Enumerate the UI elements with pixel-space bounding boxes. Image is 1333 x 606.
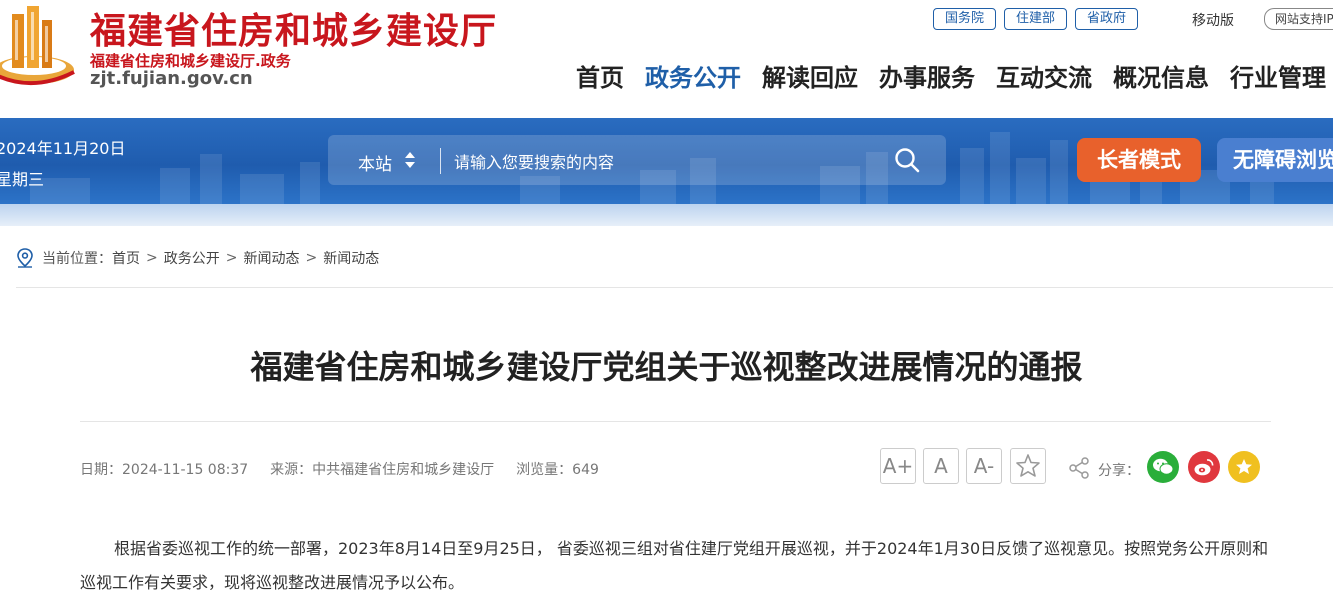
- breadcrumb-divider: [16, 287, 1333, 288]
- search-icon[interactable]: [893, 146, 921, 174]
- top-link-state-council[interactable]: 国务院: [933, 8, 997, 30]
- article-paragraph: 根据省委巡视工作的统一部署，2023年8月14日至9月25日， 省委巡视三组对省…: [80, 539, 1269, 592]
- share-favorite-button[interactable]: [1228, 451, 1260, 483]
- accessibility-button[interactable]: 无障碍浏览: [1217, 138, 1333, 182]
- nav-item-interaction[interactable]: 互动交流: [996, 58, 1092, 93]
- breadcrumb-news[interactable]: 新闻动态: [243, 248, 299, 268]
- current-date: 2024年11月20日: [0, 139, 126, 158]
- article-meta: 日期：2024-11-15 08:37 来源：中共福建省住房和城乡建设厅 浏览量…: [80, 459, 599, 479]
- breadcrumb-prefix: 当前位置：: [42, 251, 112, 267]
- star-icon: [1236, 459, 1252, 474]
- site-logo-icon[interactable]: [0, 0, 78, 92]
- site-domain: zjt.fujian.gov.cn: [90, 68, 253, 89]
- main-nav: 首页 政务公开 解读回应 办事服务 互动交流 概况信息 行业管理: [576, 58, 1326, 93]
- article-date: 日期：2024-11-15 08:37: [80, 462, 249, 478]
- weibo-icon: [1194, 459, 1214, 476]
- nav-item-overview[interactable]: 概况信息: [1113, 58, 1209, 93]
- breadcrumb-home[interactable]: 首页: [112, 248, 140, 268]
- breadcrumb-separator: >: [225, 250, 238, 266]
- nav-item-industry[interactable]: 行业管理: [1230, 58, 1326, 93]
- nav-item-services[interactable]: 办事服务: [879, 58, 975, 93]
- star-outline-icon: [1016, 454, 1040, 477]
- share-weibo-button[interactable]: [1188, 451, 1220, 483]
- article-views: 浏览量：649: [516, 462, 599, 478]
- top-link-ministry[interactable]: 住建部: [1004, 8, 1068, 30]
- elder-mode-button[interactable]: 长者模式: [1077, 138, 1201, 182]
- site-title[interactable]: 福建省住房和城乡建设厅: [90, 2, 497, 54]
- font-increase-button[interactable]: A+: [880, 448, 916, 484]
- favorite-star-button[interactable]: [1010, 448, 1046, 484]
- mobile-version-link[interactable]: 移动版: [1192, 10, 1234, 30]
- search-scope-select[interactable]: 本站: [358, 150, 392, 175]
- share-label: 分享：: [1098, 463, 1140, 479]
- search-divider: [440, 148, 441, 174]
- ipv6-support-badge: 网站支持IPv6: [1264, 8, 1333, 30]
- title-divider: [80, 421, 1271, 422]
- font-decrease-button[interactable]: A-: [966, 448, 1002, 484]
- breadcrumb-gov-affairs[interactable]: 政务公开: [164, 248, 220, 268]
- current-weekday: 星期三: [0, 170, 45, 189]
- font-normal-button[interactable]: A: [923, 448, 959, 484]
- breadcrumb-separator: >: [146, 250, 158, 266]
- breadcrumb-news-current[interactable]: 新闻动态: [323, 248, 379, 268]
- share-wechat-button[interactable]: [1147, 451, 1179, 483]
- sort-arrows-icon[interactable]: [404, 150, 416, 170]
- nav-item-gov-affairs[interactable]: 政务公开: [645, 58, 741, 93]
- banner-fade: [0, 204, 1333, 226]
- nav-item-home[interactable]: 首页: [576, 58, 624, 93]
- share-icon: [1069, 457, 1089, 479]
- top-link-province[interactable]: 省政府: [1075, 8, 1139, 30]
- breadcrumb: 当前位置： 首页 > 政务公开 > 新闻动态 > 新闻动态: [16, 248, 379, 268]
- wechat-icon: [1153, 458, 1174, 475]
- nav-item-interpretation[interactable]: 解读回应: [762, 58, 858, 93]
- article-title: 福建省住房和城乡建设厅党组关于巡视整改进展情况的通报: [250, 348, 1083, 386]
- article-source: 来源：中共福建省住房和城乡建设厅: [270, 462, 495, 478]
- top-links: 国务院 住建部 省政府: [933, 8, 1139, 30]
- breadcrumb-separator: >: [305, 250, 318, 266]
- location-pin-icon: [17, 248, 33, 268]
- search-input[interactable]: [452, 146, 876, 178]
